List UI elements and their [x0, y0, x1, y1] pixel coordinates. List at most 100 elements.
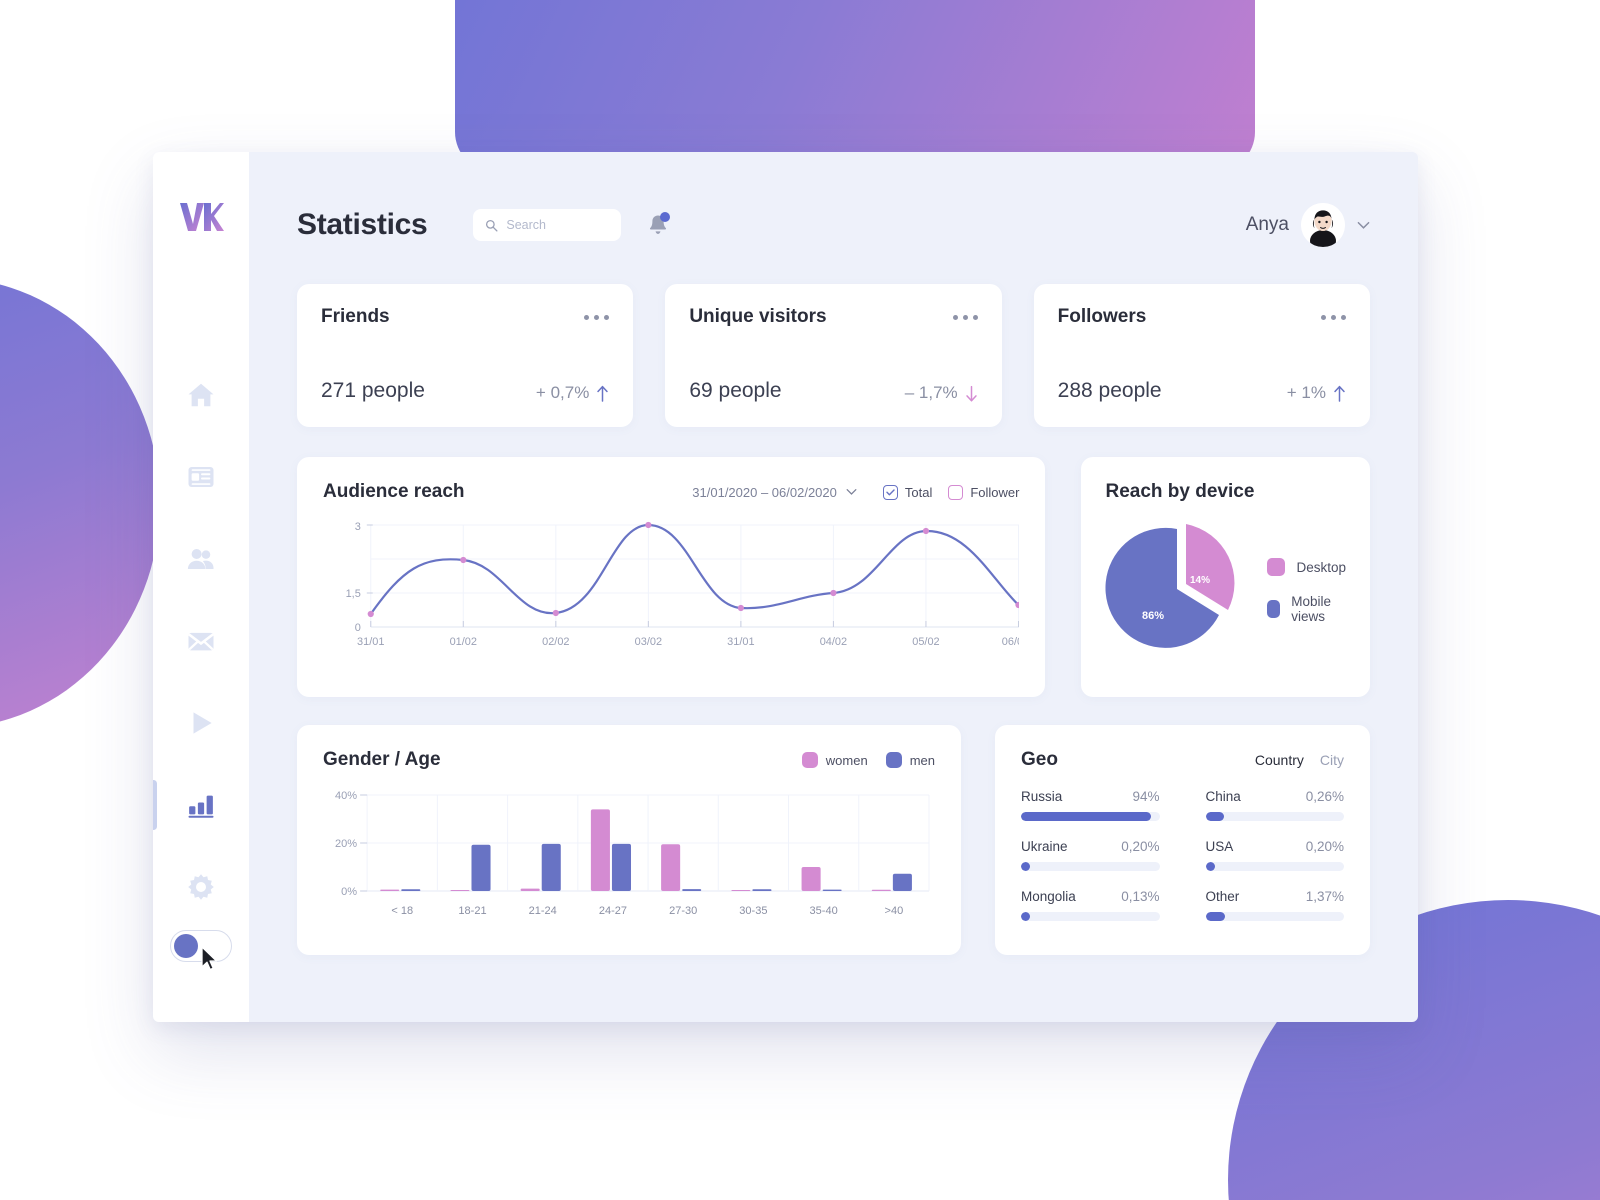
tab-country[interactable]: Country: [1255, 752, 1304, 768]
geo-country-name: USA: [1205, 839, 1234, 854]
vk-logo-icon[interactable]: [178, 200, 224, 234]
stat-card-footer: 69 people – 1,7%: [689, 379, 977, 403]
geo-row-labels: Russia 94%: [1021, 789, 1160, 804]
geo-progress-fill: [1021, 812, 1152, 821]
svg-text:35-40: 35-40: [810, 905, 838, 917]
geo-tabs: Country City: [1255, 752, 1344, 768]
svg-text:03/02: 03/02: [635, 636, 662, 648]
sidebar-item-messages[interactable]: [153, 620, 249, 662]
stat-card-title: Followers: [1057, 306, 1147, 327]
chevron-down-icon[interactable]: [1357, 221, 1370, 230]
stat-card-delta: + 0,7%: [536, 383, 609, 403]
svg-text:04/02: 04/02: [820, 636, 847, 648]
more-options-icon[interactable]: [952, 311, 978, 324]
svg-text:20%: 20%: [335, 838, 357, 850]
user-menu[interactable]: Anya: [1246, 203, 1370, 247]
legend-item-desktop: Desktop: [1267, 558, 1346, 576]
legend-label: women: [825, 752, 868, 768]
checkbox-unchecked-icon: [948, 484, 964, 500]
arrow-up-icon: [597, 385, 609, 402]
svg-text:0%: 0%: [341, 886, 357, 898]
geo-row-russia: Russia 94%: [1021, 789, 1160, 821]
geo-list: Russia 94% China 0,26% Ukraine 0,20% USA…: [1021, 789, 1344, 921]
geo-row-labels: Other 1,37%: [1206, 889, 1345, 904]
chevron-down-icon: [846, 489, 857, 495]
geo-country-pct: 1,37%: [1305, 889, 1344, 904]
geo-country-pct: 0,20%: [1305, 839, 1344, 854]
sidebar-item-news[interactable]: [153, 456, 249, 498]
svg-text:31/01: 31/01: [727, 636, 754, 648]
stat-card-header: Followers: [1058, 306, 1346, 328]
legend-swatch-men: [885, 752, 902, 768]
checkbox-checked-icon: [882, 484, 898, 500]
geo-progress-track: [1021, 862, 1160, 871]
svg-text:02/02: 02/02: [542, 636, 569, 648]
geo-progress-track: [1021, 812, 1160, 821]
svg-text:>40: >40: [885, 905, 904, 917]
geo-panel-title: Geo: [1021, 749, 1058, 770]
search-input[interactable]: [506, 218, 610, 232]
legend-item-women: women: [801, 752, 868, 768]
theme-toggle-switch[interactable]: [170, 930, 232, 962]
decorative-gradient-left: [0, 278, 160, 728]
geo-row-mongolia: Mongolia 0,13%: [1021, 889, 1160, 921]
sidebar-item-settings[interactable]: [153, 866, 249, 908]
geo-row-usa: USA 0,20%: [1205, 839, 1345, 871]
stat-card-title: Unique visitors: [689, 306, 827, 327]
date-range-selector[interactable]: 31/01/2020 – 06/02/2020: [692, 485, 857, 500]
geo-country-name: Russia: [1021, 789, 1063, 804]
device-panel-title: Reach by device: [1105, 481, 1255, 502]
geo-row-ukraine: Ukraine 0,20%: [1021, 839, 1160, 871]
geo-country-name: Ukraine: [1021, 839, 1068, 854]
app-window: Statistics Anya: [153, 152, 1418, 1022]
legend-checkbox-total[interactable]: Total: [882, 484, 933, 500]
geo-country-pct: 0,26%: [1305, 789, 1344, 804]
sidebar-item-friends[interactable]: [153, 538, 249, 580]
geo-progress-fill: [1205, 862, 1215, 871]
geo-progress-fill: [1205, 912, 1225, 921]
top-bar: Statistics Anya: [297, 192, 1370, 258]
sidebar-item-video[interactable]: [153, 702, 249, 744]
geo-row-labels: China 0,26%: [1206, 789, 1345, 804]
page-title: Statistics: [297, 208, 428, 241]
tab-city[interactable]: City: [1320, 752, 1344, 768]
legend-label: Desktop: [1296, 559, 1346, 575]
geo-row-labels: Ukraine 0,20%: [1021, 839, 1160, 854]
avatar: [1301, 203, 1345, 247]
geo-row-labels: USA 0,20%: [1206, 839, 1345, 854]
sidebar-item-home[interactable]: [153, 374, 249, 416]
stat-card-value: 69 people: [689, 379, 782, 402]
legend-label: Mobile views: [1291, 594, 1331, 624]
stat-card-footer: 271 people + 0,7%: [321, 379, 609, 403]
search-box[interactable]: [473, 209, 622, 241]
legend-checkbox-follower[interactable]: Follower: [948, 484, 1019, 500]
sidebar-item-statistics[interactable]: [153, 780, 249, 830]
more-options-icon[interactable]: [584, 311, 610, 324]
svg-text:30-35: 30-35: [739, 905, 767, 917]
svg-text:14%: 14%: [1190, 575, 1210, 586]
legend-swatch-desktop: [1267, 558, 1286, 576]
svg-text:24-27: 24-27: [599, 905, 627, 917]
geo-progress-track: [1021, 912, 1160, 921]
gender-age-panel: Gender / Age women men 40% 20% 0% < 18 1…: [297, 725, 961, 955]
svg-text:< 18: < 18: [391, 905, 413, 917]
audience-panel-title: Audience reach: [323, 481, 465, 502]
geo-progress-fill: [1021, 912, 1030, 921]
svg-text:27-30: 27-30: [669, 905, 697, 917]
legend-label: Total: [904, 484, 933, 500]
arrow-up-icon: [1334, 385, 1345, 402]
svg-text:21-24: 21-24: [529, 905, 557, 917]
device-pie-chart: 86% 14%: [1105, 524, 1235, 648]
geo-country-pct: 94%: [1132, 789, 1160, 804]
more-options-icon[interactable]: [1320, 311, 1346, 324]
legend-label: men: [909, 752, 935, 768]
audience-legend: Total Follower: [882, 484, 1019, 500]
geo-progress-fill: [1021, 862, 1030, 871]
date-range-label: 31/01/2020 – 06/02/2020: [692, 484, 837, 500]
svg-text:31/01: 31/01: [357, 636, 384, 648]
gender-panel-title: Gender / Age: [323, 749, 441, 770]
mid-row: Audience reach 31/01/2020 – 06/02/2020 T…: [297, 457, 1370, 697]
notifications-button[interactable]: [647, 212, 671, 237]
legend-item-mobile: Mobile views: [1267, 594, 1346, 624]
svg-text:3: 3: [355, 521, 361, 533]
